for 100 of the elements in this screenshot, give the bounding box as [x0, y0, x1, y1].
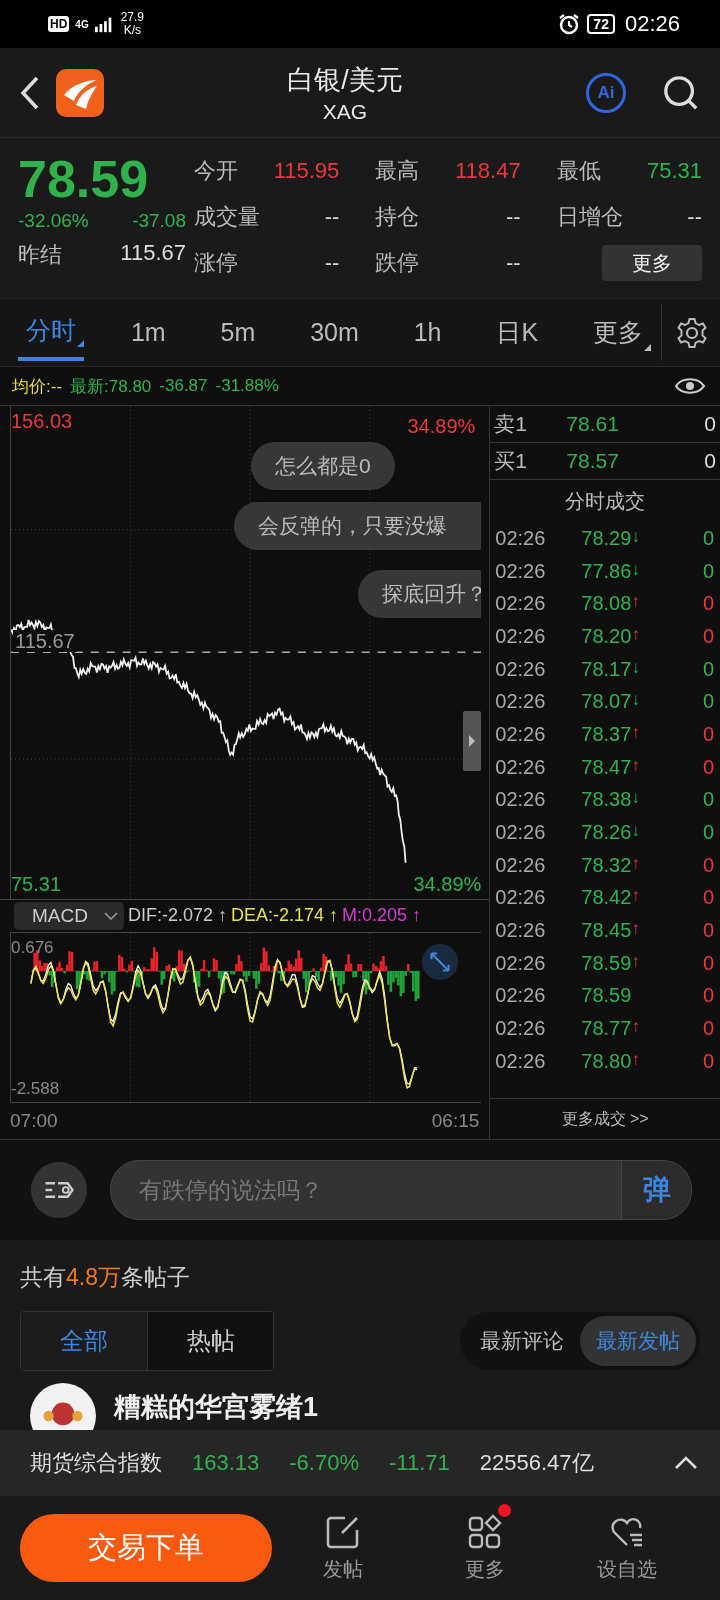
trade-time: 02:26: [495, 657, 547, 681]
period-tab[interactable]: 5m: [212, 304, 264, 361]
eye-icon[interactable]: [674, 376, 706, 396]
filter-tab[interactable]: 热帖: [147, 1312, 273, 1370]
order-book-price: 78.57: [566, 449, 620, 473]
stat-value: 115.67: [120, 240, 186, 267]
search-icon[interactable]: [662, 73, 700, 112]
stat-label: 日增仓: [556, 203, 623, 231]
period-tab[interactable]: 分时: [18, 304, 84, 361]
trade-price: 78.42: [581, 886, 632, 910]
latest-change-percent: -31.88%: [215, 376, 279, 396]
trade-arrow: ↑: [631, 951, 640, 973]
trade-arrow: ↑: [631, 624, 640, 646]
trade-time: 02:26: [495, 624, 547, 648]
trade-price: 78.17: [581, 657, 632, 681]
nav-label[interactable]: 设自选: [597, 1555, 657, 1583]
nav-label[interactable]: 更多: [465, 1555, 505, 1583]
post-count: 共有4.8万条帖子: [20, 1263, 191, 1292]
period-tab[interactable]: 日K: [488, 304, 547, 361]
post-author: 糟糕的华宫雾绪1: [114, 1391, 319, 1424]
trade-volume: 0: [701, 1049, 714, 1073]
trade-arrow: ↓: [631, 821, 640, 843]
trade-time: 02:26: [495, 592, 547, 616]
index-name: 期货综合指数: [30, 1449, 162, 1477]
trade-time: 02:26: [495, 1049, 547, 1073]
stat-value: 118.47: [455, 158, 521, 184]
latest-price: 最新:78.80: [70, 375, 152, 398]
nav-label[interactable]: 发帖: [323, 1555, 363, 1583]
period-tab[interactable]: 30m: [302, 304, 367, 361]
change-percent: -32.06%: [18, 210, 89, 232]
battery-indicator: 72: [587, 14, 615, 34]
stat-label: 最高: [375, 157, 420, 185]
axis-label: 34.89%: [413, 872, 482, 895]
trade-time: 02:26: [495, 559, 547, 583]
sort-tab[interactable]: 最新评论: [464, 1316, 580, 1366]
stat-label: 昨结: [18, 241, 62, 269]
trade-price: 77.86: [581, 559, 632, 583]
trade-arrow: ↑: [631, 592, 640, 614]
trade-volume: 0: [701, 1017, 714, 1041]
trade-arrow: ↑: [631, 1017, 640, 1039]
period-tab[interactable]: 1h: [405, 304, 450, 361]
stat-value: --: [324, 250, 340, 276]
back-icon[interactable]: [20, 74, 40, 111]
trade-volume: 0: [701, 853, 714, 877]
trade-price: 78.80: [581, 1049, 632, 1073]
period-tab[interactable]: 更多: [584, 304, 651, 361]
network-type: 4G: [75, 18, 89, 30]
settings-icon[interactable]: [676, 316, 708, 349]
indicator-dropdown[interactable]: MACD: [14, 901, 124, 930]
index-turnover: 22556.47亿: [479, 1449, 594, 1477]
trade-time: 02:26: [495, 853, 547, 877]
trade-volume: 0: [701, 886, 714, 910]
trade-price: 78.77: [581, 1017, 632, 1041]
trade-arrow: ↑: [631, 853, 640, 875]
trade-arrow: ↓: [631, 690, 640, 712]
order-book-label: 买1: [494, 448, 528, 474]
stat-label: 跌停: [375, 249, 420, 277]
trade-price: 78.08: [581, 592, 632, 616]
trade-volume: 0: [701, 722, 714, 746]
bullet-settings-icon[interactable]: [30, 1161, 88, 1219]
trade-arrow: ↑: [631, 722, 640, 744]
trade-price: 78.07: [581, 690, 632, 714]
panel-toggle-icon[interactable]: [463, 711, 482, 771]
axis-label: 75.31: [11, 872, 62, 895]
trade-time: 02:26: [495, 821, 547, 845]
trade-arrow: ↑: [631, 1049, 640, 1071]
trade-volume: 0: [701, 951, 714, 975]
trade-volume: 0: [701, 526, 714, 550]
stat-value: 75.31: [646, 158, 702, 184]
status-time: 02:26: [624, 11, 680, 37]
speed-unit: K/s: [123, 24, 142, 37]
trade-time: 02:26: [495, 755, 547, 779]
trade-volume: 0: [701, 592, 714, 616]
comment-field[interactable]: 有跌停的说法吗？ 弹: [110, 1160, 692, 1220]
chevron-up-icon[interactable]: [674, 1456, 698, 1470]
order-book-price: 78.61: [566, 412, 620, 436]
trade-price: 78.32: [581, 853, 632, 877]
instrument-symbol: XAG: [322, 99, 368, 124]
chevron-down-icon[interactable]: [103, 911, 118, 920]
stat-value: --: [324, 204, 340, 230]
trade-time: 02:26: [495, 690, 547, 714]
stat-label: 涨停: [194, 249, 238, 277]
more-button[interactable]: 更多: [602, 245, 702, 281]
index-value: 163.13: [192, 1450, 260, 1476]
stat-value: --: [506, 250, 521, 276]
axis-label: 115.67: [13, 630, 77, 652]
trade-price: 78.38: [581, 788, 632, 812]
stat-label: 最低: [556, 157, 601, 185]
trade-time: 02:26: [495, 1017, 547, 1041]
dif-value: DIF:-2.072 ↑: [127, 905, 227, 927]
send-bullet-button[interactable]: 弹: [621, 1161, 691, 1219]
grid-icon[interactable]: [467, 1513, 503, 1550]
trade-volume: 0: [701, 821, 714, 845]
more-trades-link[interactable]: 更多成交 >>: [490, 1098, 720, 1139]
trade-volume: 0: [701, 755, 714, 779]
trade-price: 78.20: [581, 624, 632, 648]
trade-price: 78.29: [581, 526, 632, 550]
expand-icon[interactable]: [421, 942, 459, 981]
period-tab[interactable]: 1m: [122, 304, 174, 361]
trade-volume: 0: [701, 984, 714, 1008]
